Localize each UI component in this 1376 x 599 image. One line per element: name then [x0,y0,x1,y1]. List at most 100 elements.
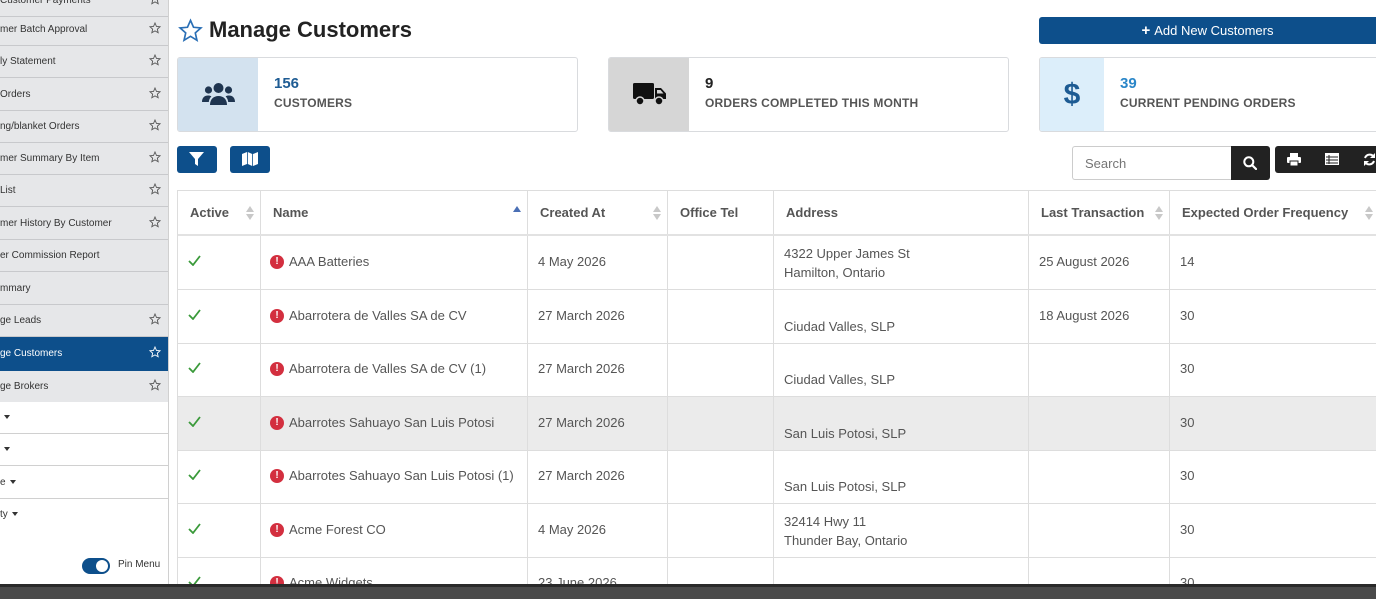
caret-down-icon [9,480,16,485]
cell-created-at: 27 March 2026 [528,450,668,503]
bottom-scrollbar[interactable] [0,584,1376,599]
table-row[interactable]: ! Abarrotera de Valles SA de CV (1) 27 Mar… [178,343,1376,397]
created-at: 27 March 2026 [538,468,625,483]
table-row[interactable]: ! Acme Widgets 23 June 2026 30 [178,557,1376,584]
cell-address [774,557,1029,584]
cell-expected-order-frequency: 30 [1170,450,1376,503]
cell-name: ! Abarrotes Sahuayo San Luis Potosi [261,396,528,450]
expected-order-frequency: 30 [1180,575,1195,584]
cell-office-tel [668,289,774,343]
sidebar-group-4[interactable]: ty [0,499,168,531]
sidebar-item-commission-report[interactable]: er Commission Report [0,240,168,272]
sidebar-item-statement[interactable]: ly Statement [0,46,168,78]
star-icon[interactable] [149,313,161,325]
cell-office-tel [668,236,774,289]
sidebar-item-manage-customers[interactable]: ge Customers [0,337,168,371]
check-icon [188,255,201,266]
cell-office-tel [668,557,774,584]
col-address[interactable]: Address [774,191,1029,234]
search-input[interactable] [1072,146,1232,180]
warning-icon: ! [270,522,284,537]
group-text: e [0,477,6,488]
print-icon[interactable] [1287,153,1301,166]
sidebar-item-manage-brokers[interactable]: ge Brokers [0,371,168,403]
expected-order-frequency: 30 [1180,307,1195,323]
expected-order-frequency: 30 [1180,361,1195,376]
star-icon[interactable] [149,119,161,131]
refresh-icon[interactable] [1363,153,1376,166]
table-tools [1275,146,1376,173]
check-icon [188,362,201,373]
sidebar-item-list[interactable]: List [0,175,168,207]
check-icon [188,469,201,480]
cell-name: ! Abarrotera de Valles SA de CV [261,289,528,343]
col-created-at[interactable]: Created At [528,191,668,234]
star-icon[interactable] [149,22,161,34]
sidebar-item-blanket-orders[interactable]: ng/blanket Orders [0,111,168,143]
col-expected-order-frequency[interactable]: Expected Order Frequency [1170,191,1376,234]
sidebar: Customer Payments mer Batch Approval ly … [0,0,169,584]
pending-orders-count: 39 [1120,75,1137,92]
sidebar-item-summary[interactable]: mmary [0,273,168,305]
sidebar-item-history-by-customer[interactable]: mer History By Customer [0,208,168,240]
sidebar-item-manage-leads[interactable]: ge Leads [0,305,168,337]
stat-card-orders-completed: 9 ORDERS COMPLETED THIS MONTH [608,57,1009,132]
star-icon[interactable] [149,379,161,391]
created-at: 4 May 2026 [538,521,606,537]
star-icon[interactable] [149,0,161,5]
sidebar-item-batch-approval[interactable]: mer Batch Approval [0,14,168,46]
last-transaction: 18 August 2026 [1039,307,1130,323]
address-line-2: San Luis Potosi, SLP [784,425,907,441]
search-button[interactable] [1231,146,1270,180]
favorite-star-icon[interactable] [178,18,203,43]
cell-address: San Luis Potosi, SLP [774,396,1029,450]
cell-expected-order-frequency: 30 [1170,343,1376,396]
table-row[interactable]: ! Abarrotera de Valles SA de CV 27 March 2… [178,289,1376,344]
star-icon[interactable] [149,151,161,163]
sidebar-group-1[interactable] [0,402,168,434]
stat-icon-box [609,58,689,131]
cell-last-transaction: 18 August 2026 [1029,289,1170,343]
sidebar-item-label: ng/blanket Orders [0,121,80,132]
cell-name: ! Abarrotera de Valles SA de CV (1) [261,343,528,396]
expected-order-frequency: 14 [1180,254,1195,269]
sidebar-item-summary-by-item[interactable]: mer Summary By Item [0,143,168,175]
table-row[interactable]: ! Acme Forest CO 4 May 2026 32414 Hwy 11 Thu… [178,503,1376,558]
star-icon[interactable] [149,87,161,99]
warning-icon: ! [270,576,284,584]
cell-last-transaction [1029,503,1170,557]
sidebar-item-label: mmary [0,283,31,294]
map-button[interactable] [230,146,270,173]
col-label: Office Tel [680,205,739,220]
star-icon[interactable] [149,183,161,195]
columns-icon[interactable] [1325,153,1339,165]
cell-active [178,557,261,584]
cell-active [178,343,261,396]
users-icon [202,83,235,105]
warning-icon: ! [270,415,284,430]
add-new-customers-button[interactable]: + Add New Customers [1039,17,1376,44]
cell-last-transaction: 25 August 2026 [1029,236,1170,289]
star-icon[interactable] [149,346,161,358]
created-at: 4 May 2026 [538,254,606,269]
sidebar-group-3[interactable]: e [0,467,168,499]
cell-active [178,396,261,450]
sidebar-item-label: List [0,185,16,196]
table-row[interactable]: ! Abarrotes Sahuayo San Luis Potosi 27 Mar… [178,396,1376,451]
pin-menu-toggle[interactable] [82,558,110,574]
star-icon[interactable] [149,54,161,66]
filter-button[interactable] [177,146,217,173]
col-last-transaction[interactable]: Last Transaction [1029,191,1170,234]
sidebar-item-orders[interactable]: Orders [0,79,168,111]
col-active[interactable]: Active [178,191,261,234]
col-name[interactable]: Name [261,191,528,234]
table-row[interactable]: ! Abarrotes Sahuayo San Luis Potosi (1) 27… [178,450,1376,504]
star-icon[interactable] [149,216,161,228]
sidebar-item-label: er Commission Report [0,250,100,261]
created-at: 23 June 2026 [538,575,617,584]
cell-active [178,289,261,343]
pin-menu: Pin Menu [82,557,168,575]
col-office-tel[interactable]: Office Tel [668,191,774,234]
sidebar-group-2[interactable] [0,434,168,466]
table-row[interactable]: ! AAA Batteries 4 May 2026 4322 Upper James… [178,236,1376,290]
